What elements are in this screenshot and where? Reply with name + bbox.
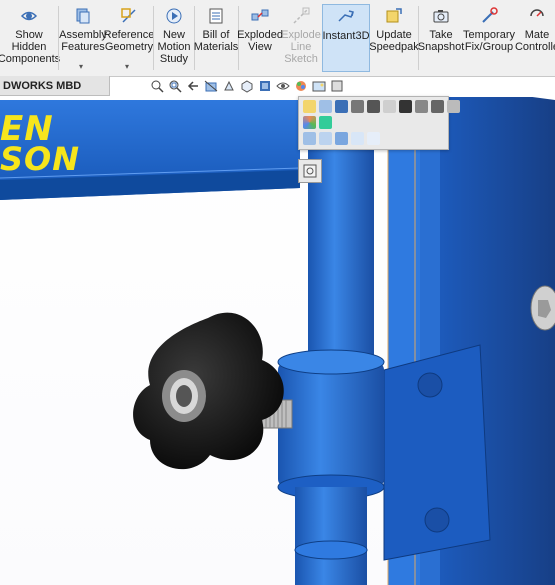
tab-solidworks-mbd[interactable]: DWORKS MBD (0, 76, 110, 96)
exploded-view-button[interactable]: Exploded View (237, 4, 283, 72)
bracket-plate (383, 344, 491, 561)
take-snapshot-label: Take Snapshot (417, 29, 465, 53)
assembly-model: EN SON (0, 97, 555, 585)
explode-line-sketch-label: Explode Line Sketch (281, 29, 321, 65)
instant3d-icon (338, 10, 354, 22)
exploded-view-icon (251, 9, 269, 21)
separator-icon (383, 100, 396, 113)
explode-line-sketch-icon (293, 7, 310, 24)
section-view-icon[interactable] (204, 79, 218, 93)
mate-controller-button[interactable]: Mate Controlle (514, 4, 555, 72)
context-toolbar-row-1 (303, 100, 460, 113)
display-style-icon[interactable] (258, 79, 272, 93)
edit-feature-icon[interactable] (319, 100, 332, 113)
show-hidden-components-label: Show Hidden Components (0, 29, 61, 65)
exploded-view-label: Exploded View (237, 29, 283, 53)
update-speedpak-button[interactable]: Update Speedpak (369, 4, 419, 72)
dynamic-annotation-icon[interactable] (222, 79, 236, 93)
show-hidden-components-icon (20, 11, 38, 21)
appearance-icon[interactable] (303, 116, 316, 129)
reference-geometry-dropdown-icon[interactable]: ▾ (125, 62, 129, 71)
command-manager-ribbon: Show Hidden Components Assembly Features… (0, 0, 555, 77)
mate-controller-icon (530, 9, 544, 17)
select-other-button[interactable] (298, 159, 322, 183)
select-other-icon (303, 164, 317, 178)
view-orientation-icon[interactable] (240, 79, 254, 93)
mate-controller-label: Mate Controlle (514, 29, 555, 53)
collar (277, 349, 385, 585)
ribbon-separator (153, 6, 154, 70)
context-toolbar-row-3 (303, 132, 380, 145)
bill-of-materials-label: Bill of Materials (193, 29, 239, 53)
camera-icon (433, 10, 449, 23)
edit-part-icon[interactable] (303, 100, 316, 113)
assembly-features-dropdown-icon[interactable]: ▾ (79, 62, 83, 71)
take-snapshot-button[interactable]: Take Snapshot (417, 4, 465, 72)
suppress-icon[interactable] (415, 100, 428, 113)
edit-appearance-icon[interactable] (294, 79, 308, 93)
apply-scene-icon[interactable] (312, 79, 326, 93)
instant3d-label: Instant3D (322, 30, 370, 42)
assembly-features-label: Assembly Features (59, 29, 107, 53)
context-toolbar (298, 96, 460, 150)
heads-up-view-toolbar (150, 79, 344, 97)
isometric-icon[interactable] (351, 132, 364, 145)
properties-icon[interactable] (447, 100, 460, 113)
instant3d-button[interactable]: Instant3D (322, 4, 370, 72)
normal-to-icon[interactable] (335, 132, 348, 145)
open-part-icon[interactable] (367, 132, 380, 145)
motion-study-icon (166, 8, 182, 24)
view-settings-icon[interactable] (330, 79, 344, 93)
context-toolbar-row-2 (303, 116, 332, 129)
mate-icon[interactable] (335, 100, 348, 113)
zoom-to-selection-icon[interactable] (319, 132, 332, 145)
sketch-line-icon[interactable] (351, 100, 364, 113)
bill-of-materials-icon (209, 8, 223, 24)
temporary-fix-icon (482, 7, 498, 23)
graphics-area[interactable]: EN SON (0, 97, 555, 585)
bill-of-materials-button[interactable]: Bill of Materials (193, 4, 239, 72)
temporary-fix-group-button[interactable]: Temporary Fix/Group (463, 4, 515, 72)
cap-screw (530, 285, 555, 331)
reference-geometry-label: Reference Geometry (103, 29, 155, 53)
new-motion-study-button[interactable]: New Motion Study (155, 4, 193, 72)
arrow-up-down-icon[interactable] (399, 100, 412, 113)
show-hidden-components-button[interactable]: Show Hidden Components (0, 4, 60, 72)
isolate-icon[interactable] (431, 100, 444, 113)
new-motion-study-label: New Motion Study (157, 29, 191, 65)
speedpak-icon (386, 8, 402, 23)
zoom-to-area-icon[interactable] (168, 79, 182, 93)
hide-show-items-icon[interactable] (276, 79, 290, 93)
update-speedpak-label: Update Speedpak (369, 29, 419, 53)
brand-text-line2: SON (0, 140, 80, 178)
component-icon[interactable] (319, 116, 332, 129)
previous-view-icon[interactable] (186, 79, 200, 93)
assembly-features-icon (76, 8, 90, 24)
explode-line-sketch-button[interactable]: Explode Line Sketch (281, 4, 321, 72)
clamp-knob (133, 312, 293, 470)
hide-icon[interactable] (367, 100, 380, 113)
temporary-fix-group-label: Temporary Fix/Group (463, 29, 515, 53)
rebuild-icon[interactable] (303, 132, 316, 145)
reference-geometry-icon (121, 8, 136, 23)
zoom-to-fit-icon[interactable] (150, 79, 164, 93)
